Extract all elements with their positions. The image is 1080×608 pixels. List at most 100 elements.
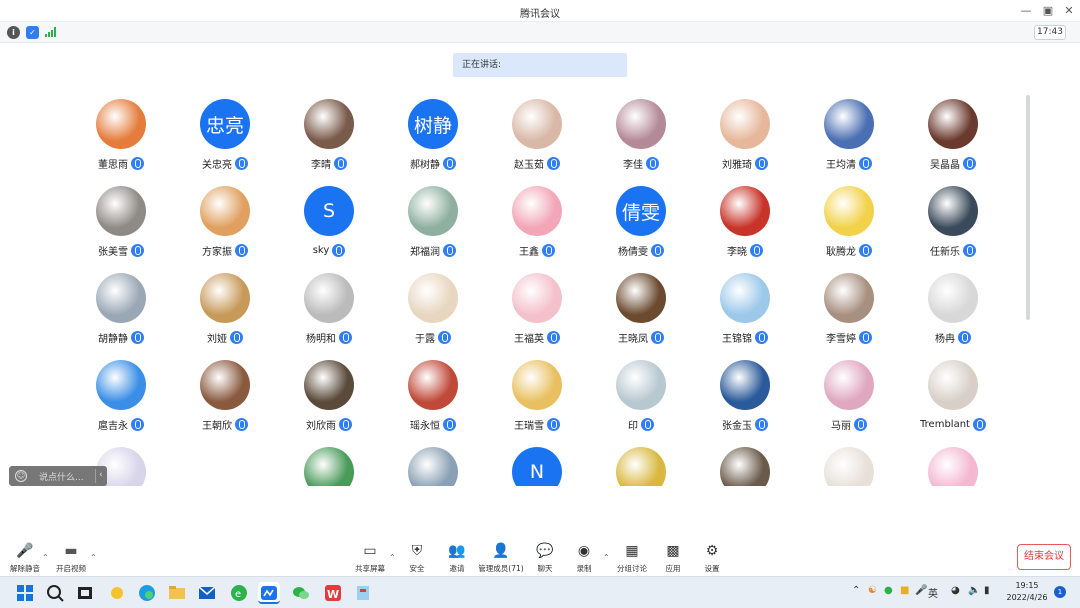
participant-tile[interactable]: Tremblant xyxy=(901,349,1005,436)
volume-icon[interactable]: 🔈 xyxy=(968,585,980,596)
participant-tile[interactable]: 张美雪 xyxy=(69,175,173,262)
participant-avatar xyxy=(720,447,770,486)
battery-icon[interactable]: ▮ xyxy=(984,585,990,596)
participant-tile[interactable] xyxy=(589,436,693,486)
participant-tile[interactable] xyxy=(381,436,485,486)
chevron-left-icon[interactable]: ‹ xyxy=(99,470,103,480)
notification-badge[interactable]: 1 xyxy=(1054,586,1066,598)
chat-quick-input[interactable]: ☺ 说点什么... ‹ xyxy=(9,466,107,486)
participant-avatar xyxy=(200,273,250,323)
edge-browser-icon[interactable] xyxy=(136,582,158,604)
participant-tile[interactable]: 王鑫 xyxy=(485,175,589,262)
wps-icon[interactable]: W xyxy=(322,582,344,604)
participant-tile[interactable]: N xyxy=(485,436,589,486)
signal-icon[interactable] xyxy=(45,27,57,37)
share-options-chevron-icon[interactable]: ⌃ xyxy=(389,553,396,562)
participant-tile[interactable]: 李晓 xyxy=(693,175,797,262)
speaking-indicator: 正在讲话: xyxy=(453,53,627,77)
browser-green-icon[interactable]: e xyxy=(228,582,250,604)
file-explorer-icon[interactable] xyxy=(166,582,188,604)
chevron-up-icon[interactable]: ⌃ xyxy=(852,585,860,596)
participant-tile[interactable]: 王朝欣 xyxy=(173,349,277,436)
participant-avatar xyxy=(928,273,978,323)
tray-wechat-icon[interactable]: ● xyxy=(884,585,893,596)
share-button[interactable]: ▭ 共享屏幕 xyxy=(345,543,395,575)
participant-tile[interactable]: 李雪婷 xyxy=(797,262,901,349)
tencent-meeting-app-icon[interactable] xyxy=(258,582,280,604)
tray-app-icon[interactable]: ☯ xyxy=(868,585,877,596)
settings-button[interactable]: ⚙ 设置 xyxy=(687,543,737,575)
participant-tile[interactable]: 郑福润 xyxy=(381,175,485,262)
participant-tile[interactable] xyxy=(693,436,797,486)
wechat-icon[interactable] xyxy=(290,582,312,604)
participant-name-row: 关忠亮 xyxy=(173,155,277,171)
shield-icon[interactable]: ✓ xyxy=(26,26,39,39)
participant-tile[interactable]: 忠亮 关忠亮 xyxy=(173,88,277,175)
participant-tile[interactable]: 杨明和 xyxy=(277,262,381,349)
info-icon[interactable]: i xyxy=(7,26,20,39)
participant-tile[interactable]: 李佳 xyxy=(589,88,693,175)
participant-tile[interactable]: 张金玉 xyxy=(693,349,797,436)
share-screen-icon: ▭ xyxy=(363,543,377,559)
end-meeting-button[interactable]: 结束会议 xyxy=(1017,544,1071,570)
participant-tile[interactable]: 李晴 xyxy=(277,88,381,175)
participant-tile[interactable] xyxy=(277,436,381,486)
participant-name-row: 张美雪 xyxy=(69,242,173,258)
weather-icon[interactable] xyxy=(106,582,128,604)
search-icon[interactable] xyxy=(44,582,66,604)
members-button[interactable]: 👤 管理成员(71) xyxy=(476,543,526,575)
invite-button[interactable]: 👥 邀请 xyxy=(432,543,482,575)
participant-tile[interactable]: 王晓凤 xyxy=(589,262,693,349)
task-view-icon[interactable] xyxy=(74,582,96,604)
participant-tile[interactable]: 刘欣雨 xyxy=(277,349,381,436)
emoji-icon[interactable]: ☺ xyxy=(15,470,27,482)
participant-tile[interactable]: 耿腾龙 xyxy=(797,175,901,262)
participant-tile[interactable]: 王福英 xyxy=(485,262,589,349)
record-button[interactable]: ◉ 录制 xyxy=(559,543,609,575)
mail-icon[interactable] xyxy=(196,582,218,604)
minimize-icon[interactable]: — xyxy=(1018,3,1034,19)
participant-tile[interactable] xyxy=(173,436,277,486)
participant-tile[interactable]: 于露 xyxy=(381,262,485,349)
participant-tile[interactable]: 任新乐 xyxy=(901,175,1005,262)
participant-tile[interactable]: 王均清 xyxy=(797,88,901,175)
participant-tile[interactable] xyxy=(901,436,1005,486)
audio-options-chevron-icon[interactable]: ⌃ xyxy=(42,553,49,562)
participant-tile[interactable]: 董思雨 xyxy=(69,88,173,175)
grid-scrollbar[interactable] xyxy=(1026,95,1030,320)
participant-tile[interactable]: 杨冉 xyxy=(901,262,1005,349)
participant-tile[interactable]: 扈吉永 xyxy=(69,349,173,436)
participant-tile[interactable]: 赵玉茹 xyxy=(485,88,589,175)
meeting-toolbar: 🎤 解除静音 ▬ 开启视频 ▭ 共享屏幕 ⛨ 安全 👥 邀请 👤 管理成员(71) 💬 聊天 ◉ 录制 ▦ 分组讨… xyxy=(0,538,1080,576)
video-button[interactable]: ▬ 开启视频 xyxy=(46,543,96,575)
participant-tile[interactable]: 印 xyxy=(589,349,693,436)
tray-folder-icon[interactable]: ■ xyxy=(900,585,909,596)
participant-tile[interactable]: 树静 郝树静 xyxy=(381,88,485,175)
mic-status-icon xyxy=(651,330,664,344)
participant-name: 扈吉永 xyxy=(98,420,128,432)
pinned-app-icon[interactable] xyxy=(352,582,374,604)
title-bar: 腾讯会议 — ▣ ✕ xyxy=(0,0,1080,22)
input-method-label[interactable]: 英 xyxy=(928,585,938,600)
participant-tile[interactable]: 瑶永恒 xyxy=(381,349,485,436)
participant-tile[interactable]: 方家振 xyxy=(173,175,277,262)
participant-tile[interactable] xyxy=(797,436,901,486)
participant-tile[interactable]: Ssky xyxy=(277,175,381,262)
record-options-chevron-icon[interactable]: ⌃ xyxy=(603,553,610,562)
participant-tile[interactable]: 马丽 xyxy=(797,349,901,436)
system-clock[interactable]: 19:15 2022/4/26 xyxy=(998,580,1056,604)
participant-tile[interactable]: 胡静静 xyxy=(69,262,173,349)
close-icon[interactable]: ✕ xyxy=(1061,3,1077,19)
maximize-icon[interactable]: ▣ xyxy=(1040,3,1056,19)
wifi-icon[interactable]: ◕ xyxy=(951,585,960,596)
participant-avatar xyxy=(304,99,354,149)
participant-tile[interactable]: 王锦锦 xyxy=(693,262,797,349)
microphone-icon[interactable]: 🎤 xyxy=(915,585,927,596)
start-icon[interactable] xyxy=(14,582,36,604)
participant-tile[interactable]: 吴晶晶 xyxy=(901,88,1005,175)
video-options-chevron-icon[interactable]: ⌃ xyxy=(90,553,97,562)
participant-tile[interactable]: 倩雯 杨倩雯 xyxy=(589,175,693,262)
participant-tile[interactable]: 王瑞雪 xyxy=(485,349,589,436)
participant-tile[interactable]: 刘雅琦 xyxy=(693,88,797,175)
participant-tile[interactable]: 刘娅 xyxy=(173,262,277,349)
